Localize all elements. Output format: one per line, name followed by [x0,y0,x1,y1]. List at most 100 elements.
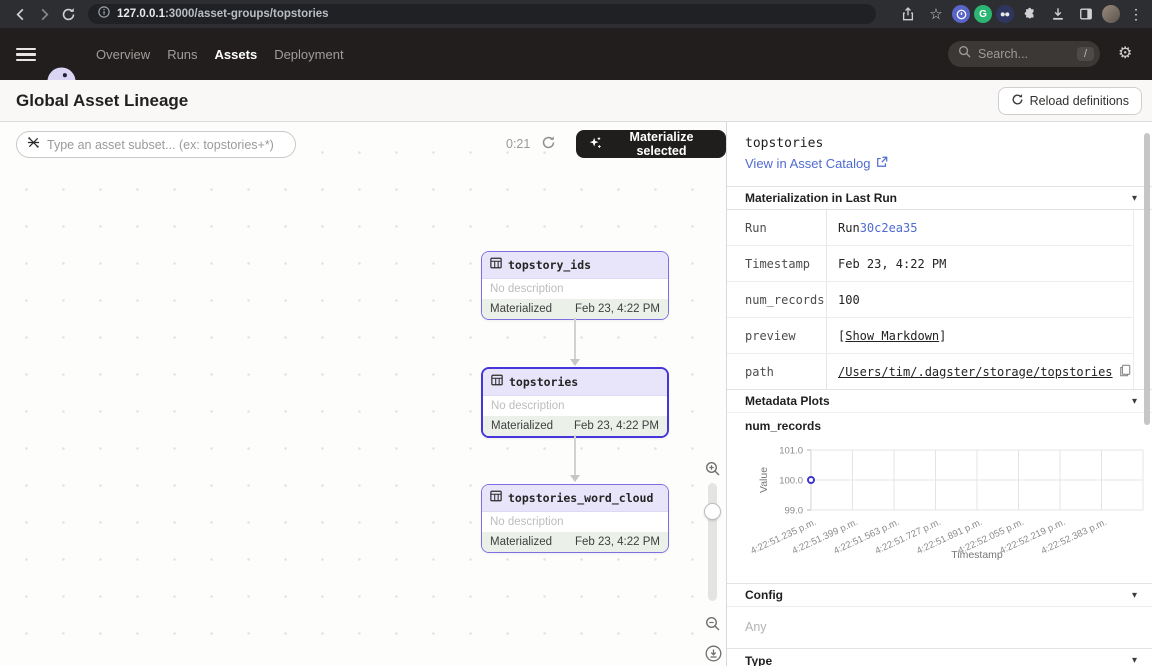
metadata-chart: 101.0100.099.04:22:51.235 p.m.4:22:51.39… [727,436,1152,586]
table-icon [491,373,503,391]
site-info-icon[interactable] [98,5,110,23]
external-link-icon [876,156,888,171]
zoom-out-icon[interactable] [705,616,721,637]
nav-item-runs[interactable]: Runs [167,47,197,62]
svg-text:99.0: 99.0 [785,506,804,517]
browser-chrome: 127.0.0.1 :3000/asset-groups/topstories … [0,0,1152,28]
edge-topstories-word-cloud [574,435,576,481]
table-row-path: path /Users/tim/.dagster/storage/topstor… [727,354,1134,390]
extensions-puzzle-icon[interactable] [1018,2,1042,26]
table-icon [490,489,502,507]
section-config[interactable]: Config ▾ [727,583,1152,607]
bookmark-star-icon[interactable]: ☆ [924,2,948,26]
panel-asset-name: topstories [745,136,823,151]
reload-page-icon[interactable] [56,2,80,26]
status-timestamp: Feb 23, 4:22 PM [575,303,660,315]
asset-node-status: Materialized Feb 23, 4:22 PM [482,532,668,552]
nav-item-deployment[interactable]: Deployment [274,47,343,62]
section-materialization-last-run[interactable]: Materialization in Last Run ▾ [727,186,1152,210]
edge-topstory-ids-topstories [574,318,576,365]
lineage-graph[interactable]: 0:21 Materialize selected topstory_ids N… [0,122,726,666]
nav-item-overview[interactable]: Overview [96,47,150,62]
nav-item-assets[interactable]: Assets [215,47,258,62]
reload-icon [1011,93,1024,109]
zoom-to-fit-icon[interactable] [705,645,722,666]
zoom-slider-handle[interactable] [704,503,721,520]
nav-links: Overview Runs Assets Deployment [96,28,344,80]
status-timestamp: Feb 23, 4:22 PM [575,536,660,548]
svg-text:101.0: 101.0 [779,446,803,457]
refresh-icon[interactable] [541,135,556,155]
table-row-preview: preview [Show Markdown] [727,318,1134,354]
status-label: Materialized [490,303,552,315]
extension-glasses-icon[interactable] [996,5,1014,23]
chevron-down-icon: ▾ [1132,396,1137,407]
asset-node-description: No description [482,279,668,299]
asset-subset-input[interactable] [47,138,285,152]
asset-node-header: topstory_ids [482,252,668,279]
profile-avatar[interactable] [1102,5,1120,23]
materialize-selected-button[interactable]: Materialize selected [576,130,726,158]
status-label: Materialized [490,536,552,548]
panel-scrollbar[interactable] [1144,133,1150,425]
nav-menu-icon[interactable] [16,48,36,61]
path-link[interactable]: /Users/tim/.dagster/storage/topstories [838,365,1113,379]
downloads-icon[interactable] [1046,2,1070,26]
search-input[interactable]: Search... / [948,41,1100,67]
status-label: Materialized [491,420,553,432]
asset-node-status: Materialized Feb 23, 4:22 PM [483,416,667,436]
section-type[interactable]: Type ▾ [727,648,1152,666]
settings-gear-icon[interactable]: ⚙ [1118,43,1132,63]
forward-icon[interactable] [32,2,56,26]
url-bar[interactable]: 127.0.0.1 :3000/asset-groups/topstories [88,4,876,24]
url-host: 127.0.0.1 [117,8,165,20]
asset-node-description: No description [483,396,667,416]
view-in-asset-catalog-link[interactable]: View in Asset Catalog [745,156,888,171]
chart-title: num_records [745,419,821,433]
refresh-timer: 0:21 [506,137,530,151]
asset-node-description: No description [482,512,668,532]
asset-node-topstory-ids[interactable]: topstory_ids No description Materialized… [481,251,669,320]
section-metadata-plots[interactable]: Metadata Plots ▾ [727,389,1152,413]
show-markdown-link[interactable]: Show Markdown [845,329,939,343]
browser-menu-icon[interactable]: ⋮ [1124,2,1148,26]
svg-text:Value: Value [758,467,770,493]
url-path: :3000/asset-groups/topstories [165,8,329,20]
back-icon[interactable] [8,2,32,26]
asset-node-header: topstories_word_cloud [482,485,668,512]
sidepanel-icon[interactable] [1074,2,1098,26]
svg-text:100.0: 100.0 [779,476,803,487]
zoom-slider[interactable] [708,483,717,601]
table-row-run: Run Run 30c2ea35 [727,210,1134,246]
copy-icon[interactable] [1119,364,1131,380]
svg-text:Timestamp: Timestamp [951,549,1003,561]
search-shortcut-badge: / [1077,47,1094,61]
chevron-down-icon: ▾ [1132,655,1137,666]
page-header: Global Asset Lineage Reload definitions [0,80,1152,122]
asset-node-header: topstories [483,369,667,396]
materialization-table: Run Run 30c2ea35 Timestamp Feb 23, 4:22 … [727,210,1134,390]
sparkle-icon [588,136,602,153]
zoom-in-icon[interactable] [705,461,721,482]
extension-grammarly-icon[interactable]: G [974,5,992,23]
browser-actions: ☆ G ⋮ [896,0,1148,28]
asset-node-topstories[interactable]: topstories No description Materialized F… [481,367,669,438]
extension-1password-icon[interactable] [952,5,970,23]
status-timestamp: Feb 23, 4:22 PM [574,420,659,432]
run-id-link[interactable]: 30c2ea35 [860,221,918,235]
page-title: Global Asset Lineage [16,91,188,111]
chart-container: 101.0100.099.04:22:51.235 p.m.4:22:51.39… [727,436,1152,586]
search-icon [958,45,971,63]
asset-node-topstories-word-cloud[interactable]: topstories_word_cloud No description Mat… [481,484,669,553]
chevron-down-icon: ▾ [1132,590,1137,601]
table-row-num-records: num_records 100 [727,282,1134,318]
reload-definitions-button[interactable]: Reload definitions [998,87,1142,115]
asset-detail-panel: topstories View in Asset Catalog Materia… [726,122,1152,666]
search-placeholder: Search... [978,47,1070,61]
config-value: Any [745,620,767,634]
share-icon[interactable] [896,2,920,26]
asset-node-status: Materialized Feb 23, 4:22 PM [482,299,668,319]
table-icon [490,256,502,274]
app-nav: Overview Runs Assets Deployment Search..… [0,28,1152,80]
asset-filter-field[interactable] [16,131,296,158]
